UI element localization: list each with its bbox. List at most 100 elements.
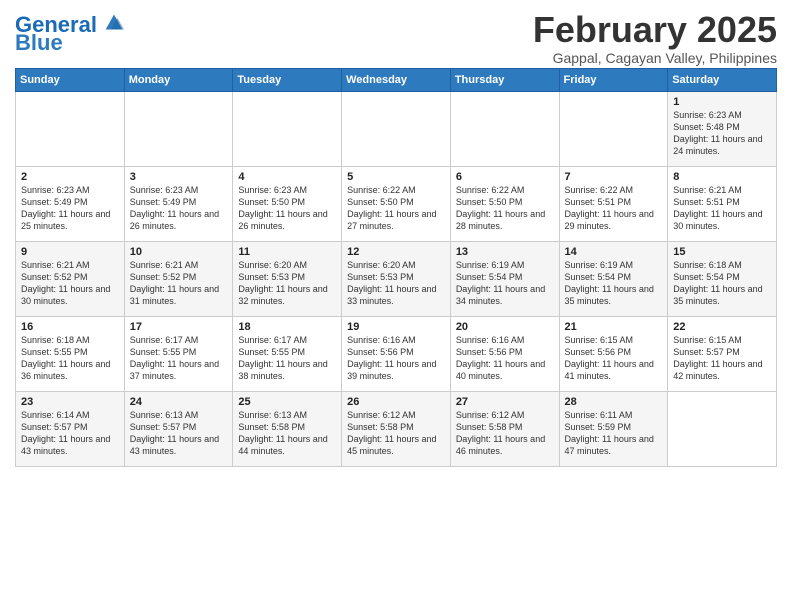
page-container: General Blue February 2025 Gappal, Cagay… [0,0,792,477]
calendar-cell [559,91,668,166]
day-info: Sunrise: 6:13 AM Sunset: 5:58 PM Dayligh… [238,409,336,458]
day-info: Sunrise: 6:16 AM Sunset: 5:56 PM Dayligh… [347,334,445,383]
week-row-4: 16Sunrise: 6:18 AM Sunset: 5:55 PM Dayli… [16,316,777,391]
weekday-header-sunday: Sunday [16,68,125,91]
day-info: Sunrise: 6:23 AM Sunset: 5:49 PM Dayligh… [130,184,228,233]
week-row-3: 9Sunrise: 6:21 AM Sunset: 5:52 PM Daylig… [16,241,777,316]
day-number: 15 [673,246,771,258]
calendar-cell: 5Sunrise: 6:22 AM Sunset: 5:50 PM Daylig… [342,166,451,241]
calendar-cell [124,91,233,166]
day-number: 22 [673,321,771,333]
day-info: Sunrise: 6:17 AM Sunset: 5:55 PM Dayligh… [238,334,336,383]
day-number: 14 [565,246,663,258]
day-number: 25 [238,396,336,408]
day-number: 13 [456,246,554,258]
calendar-cell [342,91,451,166]
day-info: Sunrise: 6:22 AM Sunset: 5:50 PM Dayligh… [347,184,445,233]
day-number: 20 [456,321,554,333]
calendar-cell: 15Sunrise: 6:18 AM Sunset: 5:54 PM Dayli… [668,241,777,316]
calendar-table: SundayMondayTuesdayWednesdayThursdayFrid… [15,68,777,467]
calendar-cell: 6Sunrise: 6:22 AM Sunset: 5:50 PM Daylig… [450,166,559,241]
calendar-cell: 27Sunrise: 6:12 AM Sunset: 5:58 PM Dayli… [450,391,559,466]
day-info: Sunrise: 6:23 AM Sunset: 5:48 PM Dayligh… [673,109,771,158]
day-number: 1 [673,96,771,108]
calendar-cell: 22Sunrise: 6:15 AM Sunset: 5:57 PM Dayli… [668,316,777,391]
day-info: Sunrise: 6:21 AM Sunset: 5:51 PM Dayligh… [673,184,771,233]
day-info: Sunrise: 6:15 AM Sunset: 5:57 PM Dayligh… [673,334,771,383]
day-info: Sunrise: 6:21 AM Sunset: 5:52 PM Dayligh… [21,259,119,308]
day-number: 8 [673,171,771,183]
header: General Blue February 2025 Gappal, Cagay… [15,10,777,66]
calendar-cell: 13Sunrise: 6:19 AM Sunset: 5:54 PM Dayli… [450,241,559,316]
weekday-header-wednesday: Wednesday [342,68,451,91]
day-number: 2 [21,171,119,183]
calendar-cell [668,391,777,466]
calendar-cell: 18Sunrise: 6:17 AM Sunset: 5:55 PM Dayli… [233,316,342,391]
day-info: Sunrise: 6:15 AM Sunset: 5:56 PM Dayligh… [565,334,663,383]
logo: General Blue [15,14,124,56]
calendar-cell: 12Sunrise: 6:20 AM Sunset: 5:53 PM Dayli… [342,241,451,316]
day-number: 27 [456,396,554,408]
day-number: 10 [130,246,228,258]
calendar-cell: 23Sunrise: 6:14 AM Sunset: 5:57 PM Dayli… [16,391,125,466]
day-number: 6 [456,171,554,183]
calendar-cell: 17Sunrise: 6:17 AM Sunset: 5:55 PM Dayli… [124,316,233,391]
day-info: Sunrise: 6:19 AM Sunset: 5:54 PM Dayligh… [456,259,554,308]
day-info: Sunrise: 6:20 AM Sunset: 5:53 PM Dayligh… [347,259,445,308]
day-info: Sunrise: 6:18 AM Sunset: 5:54 PM Dayligh… [673,259,771,308]
week-row-5: 23Sunrise: 6:14 AM Sunset: 5:57 PM Dayli… [16,391,777,466]
calendar-cell: 10Sunrise: 6:21 AM Sunset: 5:52 PM Dayli… [124,241,233,316]
week-row-2: 2Sunrise: 6:23 AM Sunset: 5:49 PM Daylig… [16,166,777,241]
day-info: Sunrise: 6:16 AM Sunset: 5:56 PM Dayligh… [456,334,554,383]
calendar-cell: 4Sunrise: 6:23 AM Sunset: 5:50 PM Daylig… [233,166,342,241]
day-info: Sunrise: 6:23 AM Sunset: 5:50 PM Dayligh… [238,184,336,233]
day-info: Sunrise: 6:19 AM Sunset: 5:54 PM Dayligh… [565,259,663,308]
calendar-cell: 21Sunrise: 6:15 AM Sunset: 5:56 PM Dayli… [559,316,668,391]
location-title: Gappal, Cagayan Valley, Philippines [533,50,777,66]
calendar-cell: 20Sunrise: 6:16 AM Sunset: 5:56 PM Dayli… [450,316,559,391]
day-number: 9 [21,246,119,258]
day-number: 16 [21,321,119,333]
day-info: Sunrise: 6:18 AM Sunset: 5:55 PM Dayligh… [21,334,119,383]
calendar-cell: 16Sunrise: 6:18 AM Sunset: 5:55 PM Dayli… [16,316,125,391]
month-title: February 2025 [533,10,777,50]
title-block: February 2025 Gappal, Cagayan Valley, Ph… [533,10,777,66]
day-number: 7 [565,171,663,183]
day-info: Sunrise: 6:11 AM Sunset: 5:59 PM Dayligh… [565,409,663,458]
day-info: Sunrise: 6:22 AM Sunset: 5:51 PM Dayligh… [565,184,663,233]
day-number: 11 [238,246,336,258]
calendar-cell: 1Sunrise: 6:23 AM Sunset: 5:48 PM Daylig… [668,91,777,166]
calendar-cell: 28Sunrise: 6:11 AM Sunset: 5:59 PM Dayli… [559,391,668,466]
day-info: Sunrise: 6:12 AM Sunset: 5:58 PM Dayligh… [347,409,445,458]
weekday-header-thursday: Thursday [450,68,559,91]
calendar-cell: 8Sunrise: 6:21 AM Sunset: 5:51 PM Daylig… [668,166,777,241]
calendar-cell [16,91,125,166]
calendar-cell [450,91,559,166]
calendar-cell [233,91,342,166]
day-number: 5 [347,171,445,183]
calendar-cell: 25Sunrise: 6:13 AM Sunset: 5:58 PM Dayli… [233,391,342,466]
day-number: 23 [21,396,119,408]
day-info: Sunrise: 6:23 AM Sunset: 5:49 PM Dayligh… [21,184,119,233]
day-number: 24 [130,396,228,408]
day-info: Sunrise: 6:22 AM Sunset: 5:50 PM Dayligh… [456,184,554,233]
calendar-cell: 26Sunrise: 6:12 AM Sunset: 5:58 PM Dayli… [342,391,451,466]
calendar-cell: 3Sunrise: 6:23 AM Sunset: 5:49 PM Daylig… [124,166,233,241]
day-number: 3 [130,171,228,183]
day-number: 19 [347,321,445,333]
weekday-header-monday: Monday [124,68,233,91]
day-info: Sunrise: 6:13 AM Sunset: 5:57 PM Dayligh… [130,409,228,458]
day-number: 26 [347,396,445,408]
week-row-1: 1Sunrise: 6:23 AM Sunset: 5:48 PM Daylig… [16,91,777,166]
day-number: 21 [565,321,663,333]
weekday-header-friday: Friday [559,68,668,91]
weekday-header-row: SundayMondayTuesdayWednesdayThursdayFrid… [16,68,777,91]
logo-icon [104,12,124,32]
calendar-cell: 9Sunrise: 6:21 AM Sunset: 5:52 PM Daylig… [16,241,125,316]
calendar-cell: 7Sunrise: 6:22 AM Sunset: 5:51 PM Daylig… [559,166,668,241]
calendar-cell: 24Sunrise: 6:13 AM Sunset: 5:57 PM Dayli… [124,391,233,466]
day-number: 17 [130,321,228,333]
calendar-cell: 2Sunrise: 6:23 AM Sunset: 5:49 PM Daylig… [16,166,125,241]
day-info: Sunrise: 6:21 AM Sunset: 5:52 PM Dayligh… [130,259,228,308]
weekday-header-saturday: Saturday [668,68,777,91]
